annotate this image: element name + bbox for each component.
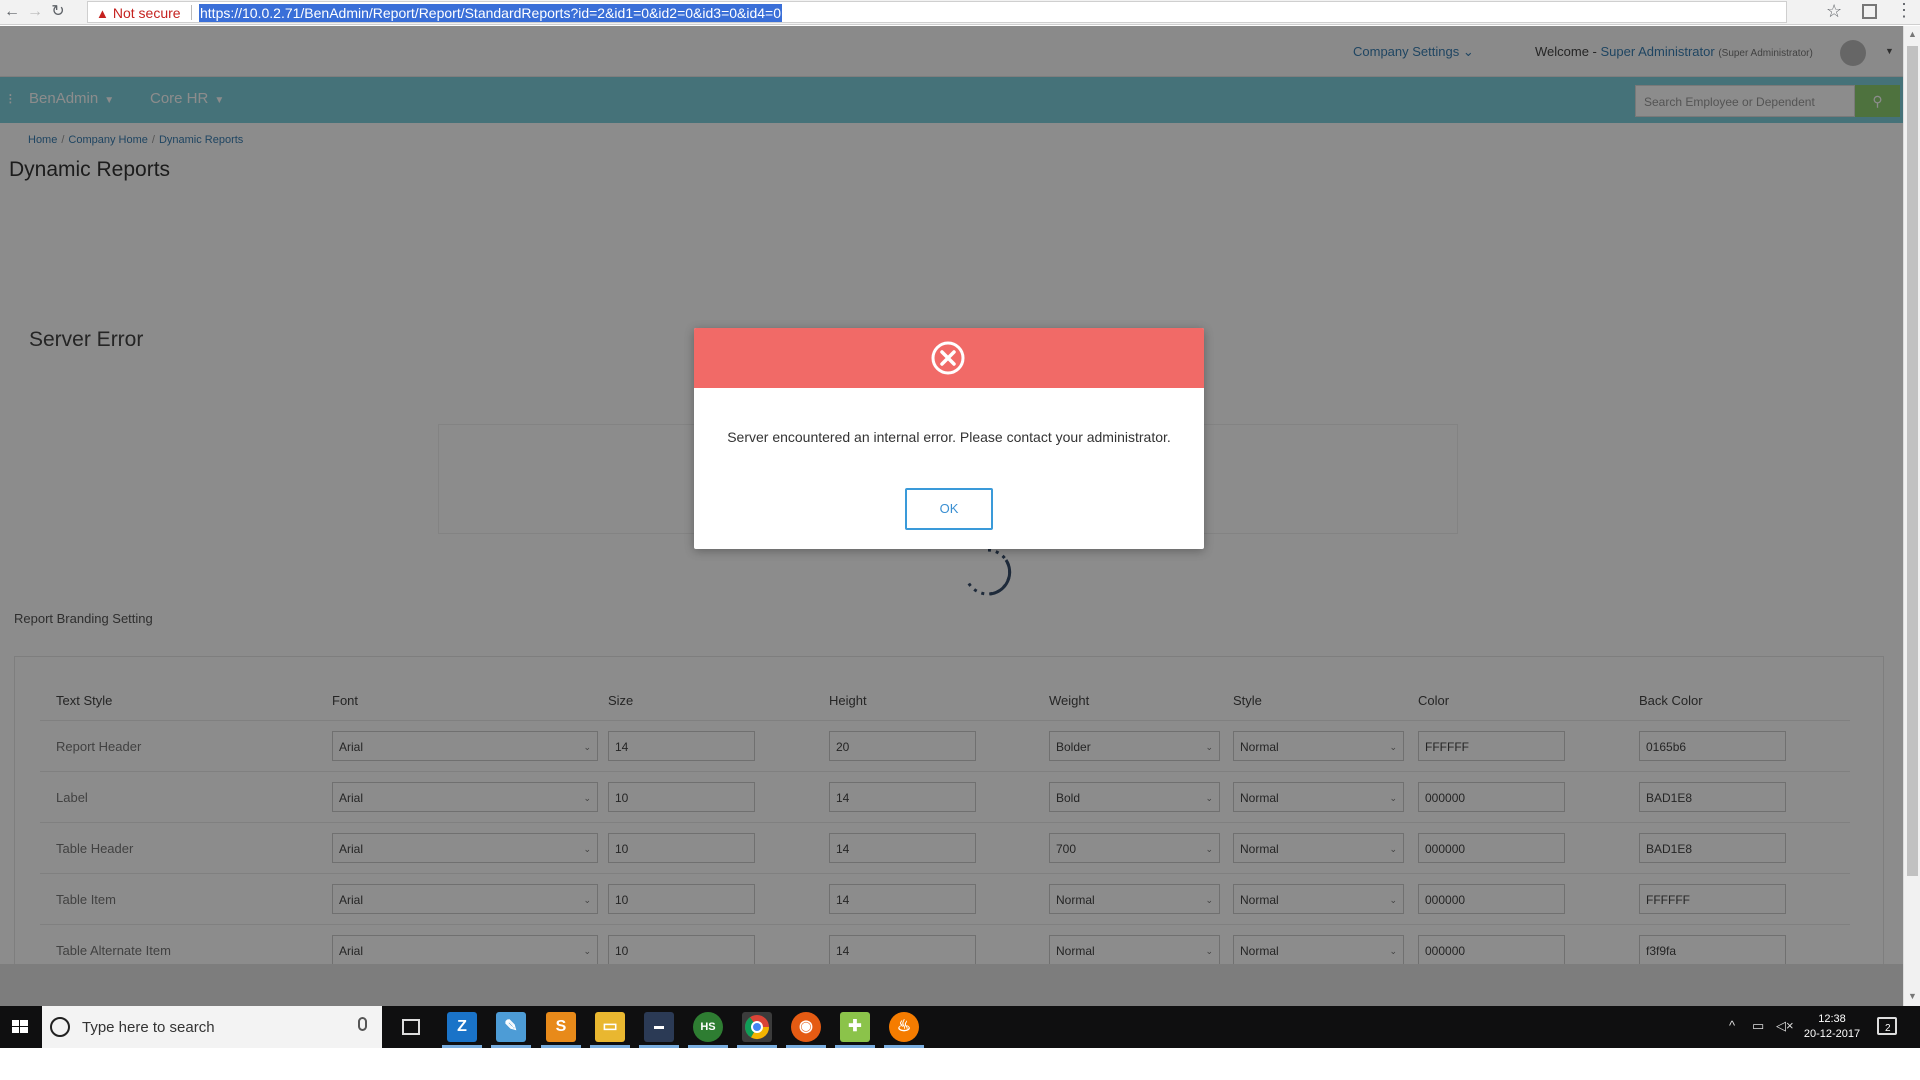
browser-menu-icon[interactable]: ⋮ <box>1895 0 1913 21</box>
scroll-up-icon[interactable]: ▲ <box>1907 28 1918 40</box>
windows-start-icon[interactable] <box>0 1006 40 1048</box>
warning-icon: ▲ <box>96 6 109 21</box>
error-dialog-header <box>694 328 1204 388</box>
zoom-icon[interactable]: Z <box>447 1012 477 1042</box>
address-bar[interactable]: ▲ Not secure https://10.0.2.71/BenAdmin/R… <box>87 1 1787 23</box>
bookmark-star-icon[interactable]: ☆ <box>1826 1 1842 22</box>
notification-count: 2 <box>1885 1023 1891 1034</box>
security-label: Not secure <box>112 5 181 21</box>
file-explorer-icon[interactable]: ▭ <box>595 1012 625 1042</box>
cmd-icon[interactable]: ▬ <box>644 1012 674 1042</box>
clock-date: 20-12-2017 <box>1803 1028 1861 1040</box>
hs-icon[interactable]: HS <box>693 1012 723 1042</box>
ok-button[interactable]: OK <box>905 488 993 530</box>
clock-time: 12:38 <box>1818 1013 1846 1025</box>
chrome-icon[interactable] <box>742 1012 772 1042</box>
windows-taskbar: Type here to search Z ✎ S ▭ ▬ HS ◉ ✚ ♨ ^… <box>0 1006 1920 1048</box>
reload-icon[interactable]: ↻ <box>48 2 68 22</box>
browser-toolbar: ← → ↻ ▲ Not secure https://10.0.2.71/BenA… <box>0 0 1920 25</box>
fire-icon[interactable]: ♨ <box>889 1012 919 1042</box>
taskbar-search-box[interactable]: Type here to search <box>42 1006 382 1048</box>
extension-icon[interactable] <box>1862 4 1877 19</box>
sublime-icon[interactable]: S <box>546 1012 576 1042</box>
notepad-icon[interactable]: ✎ <box>496 1012 526 1042</box>
error-x-icon <box>931 341 965 375</box>
loading-spinner-icon <box>966 548 1012 596</box>
url-text[interactable]: https://10.0.2.71/BenAdmin/Report/Report… <box>199 4 783 22</box>
system-clock[interactable]: 12:38 20-12-2017 <box>1802 1012 1862 1042</box>
notepad-plus-icon[interactable]: ✚ <box>840 1012 870 1042</box>
firefox-icon[interactable]: ◉ <box>791 1012 821 1042</box>
volume-mute-icon[interactable]: ◁× <box>1776 1018 1794 1034</box>
address-separator <box>191 5 192 20</box>
task-view-icon[interactable] <box>402 1019 420 1035</box>
microphone-icon[interactable] <box>358 1017 367 1031</box>
screen-bottom-area <box>0 1048 1920 1080</box>
page-scrollbar[interactable]: ▲ ▼ <box>1903 26 1920 1006</box>
scrollbar-thumb[interactable] <box>1907 46 1918 876</box>
cortana-icon <box>50 1017 70 1037</box>
error-dialog: Server encountered an internal error. Pl… <box>694 328 1204 549</box>
tray-chevron-up-icon[interactable]: ^ <box>1729 1018 1735 1033</box>
forward-icon[interactable]: → <box>25 2 45 22</box>
scroll-down-icon[interactable]: ▼ <box>1907 990 1918 1002</box>
taskbar-search-placeholder: Type here to search <box>82 1019 215 1036</box>
security-indicator[interactable]: ▲ Not secure <box>96 4 181 23</box>
network-icon[interactable]: ▭ <box>1752 1018 1764 1034</box>
back-icon[interactable]: ← <box>2 2 22 22</box>
error-message: Server encountered an internal error. Pl… <box>727 429 1171 445</box>
